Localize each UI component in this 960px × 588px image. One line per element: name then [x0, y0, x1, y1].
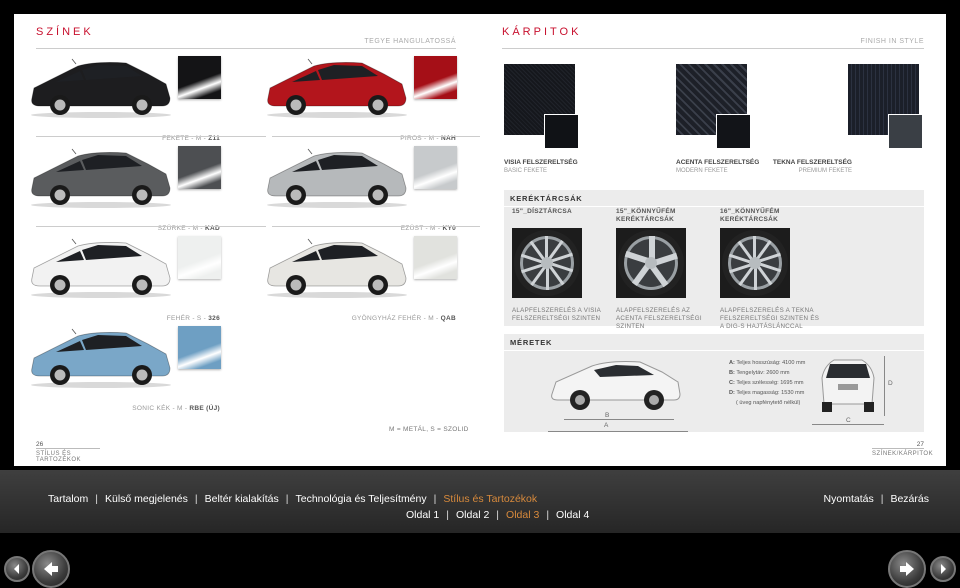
- arrow-left-icon: [14, 564, 19, 574]
- wheel-image: [512, 228, 582, 298]
- prev-page-button[interactable]: [32, 550, 70, 588]
- colors-title: SZÍNEK: [36, 26, 94, 38]
- menu-item[interactable]: Bezárás: [890, 493, 929, 505]
- arrow-left-icon: [44, 562, 58, 576]
- next-page-button[interactable]: [888, 550, 926, 588]
- spec-row: D: Teljes magasság: 1530 mm: [729, 390, 805, 396]
- fabric-swatch-small: [716, 114, 751, 149]
- car-image: [31, 328, 171, 388]
- menu-item[interactable]: Oldal 3: [506, 509, 539, 521]
- page-number-left: 26: [36, 441, 44, 448]
- dimensions-panel: MÉRETEK B A A: Teljes hosszúság: 4100 mm…: [504, 334, 924, 432]
- main-menu: Tartalom | Külső megjelenés | Beltér kialakí…: [48, 493, 538, 505]
- color-option[interactable]: GYÖNGYHÁZ FEHÉR - M - QAB: [250, 232, 480, 322]
- page-colors: SZÍNEK TEGYE HANGULATOSSÁ FEKETE - M - Z…: [14, 14, 482, 466]
- color-label: GYÖNGYHÁZ FEHÉR - M - QAB: [351, 315, 456, 322]
- fabric-swatch-small: [544, 114, 579, 149]
- fabric-name: TEKNA FELSZERELTSÉG: [772, 159, 852, 166]
- first-page-button[interactable]: [4, 556, 30, 582]
- wheel-title: 15"_DÍSZTÁRCSA: [512, 208, 573, 215]
- color-option[interactable]: FEKETE - M - Z11: [14, 52, 244, 142]
- menu-item[interactable]: Oldal 4: [556, 509, 589, 521]
- fabric-sub: PREMIUM FEKETE: [798, 168, 852, 174]
- dimension-rear-car: [821, 359, 875, 412]
- color-swatch: [414, 236, 457, 279]
- menu-item[interactable]: Oldal 2: [456, 509, 489, 521]
- wheel-option[interactable]: 15"_DÍSZTÁRCSA ALAPFELSZERELÉS A VISIA F…: [512, 208, 612, 323]
- color-swatch: [178, 326, 221, 369]
- menu-item[interactable]: Stílus és Tartozékok: [443, 493, 537, 505]
- menu-item[interactable]: Külső megjelenés: [105, 493, 188, 505]
- color-swatch: [414, 56, 457, 99]
- dimensions-title: MÉRETEK: [510, 338, 553, 347]
- car-image: [31, 238, 171, 298]
- color-option[interactable]: PIROS - M - NAH: [250, 52, 480, 142]
- car-image: [267, 238, 407, 298]
- color-option[interactable]: SZÜRKE - M - KAD: [14, 142, 244, 232]
- fabric-swatch-small: [888, 114, 923, 149]
- wheel-title: 15"_KÖNNYŰFÉM KERÉKTÁRCSÁK: [616, 208, 676, 223]
- menu-item[interactable]: Nyomtatás: [824, 493, 874, 505]
- menu-item[interactable]: Tartalom: [48, 493, 88, 505]
- page-section-left: STÍLUS ÉS TARTOZÉKOK: [36, 448, 100, 463]
- fabric-sub: BASIC FEKETE: [504, 168, 548, 174]
- color-option[interactable]: SONIC KÉK - M - RBE (ÚJ): [14, 322, 244, 412]
- menu-item[interactable]: Beltér kialakítás: [205, 493, 279, 505]
- wheel-image: [720, 228, 790, 298]
- car-image: [267, 58, 407, 118]
- color-label: SONIC KÉK - M - RBE (ÚJ): [132, 405, 220, 412]
- upholstery-subtitle: FINISH IN STYLE: [860, 38, 924, 45]
- spec-row: C: Teljes szélesség: 1695 mm: [729, 380, 804, 386]
- car-image: [267, 148, 407, 208]
- spec-row: B: Tengelytáv: 2600 mm: [729, 370, 790, 376]
- wheel-image: [616, 228, 686, 298]
- color-option[interactable]: EZÜST - M - KY0: [250, 142, 480, 232]
- color-option[interactable]: FEHÉR - S - 326: [14, 232, 244, 322]
- color-legend: M = METÁL, S = SZOLID: [389, 426, 469, 433]
- dimension-side-car: [551, 361, 681, 410]
- divider: [502, 48, 924, 49]
- arrow-right-icon: [941, 564, 946, 574]
- utility-menu: Nyomtatás | Bezárás: [823, 493, 929, 505]
- fabric-name: ACENTA FELSZERELTSÉG: [676, 159, 760, 166]
- color-label: FEHÉR - S - 326: [166, 315, 220, 322]
- car-image: [31, 58, 171, 118]
- wheels-panel: KERÉKTÁRCSÁK 15"_DÍSZTÁRCSA ALAPFELSZERE…: [504, 190, 924, 330]
- color-swatch: [178, 146, 221, 189]
- dim-label-c: C: [846, 417, 851, 424]
- page-section-right: SZÍNEK/KÁRPITOK: [872, 448, 933, 457]
- wheel-description: ALAPFELSZERELÉS A TEKNA FELSZERELTSÉGI S…: [720, 307, 820, 330]
- color-swatch: [178, 56, 221, 99]
- page-number-right: 27: [916, 441, 924, 448]
- page-menu: Oldal 1 | Oldal 2 | Oldal 3 | Oldal 4: [406, 509, 590, 521]
- arrow-right-icon: [900, 562, 914, 576]
- dim-label-b: B: [605, 412, 610, 419]
- wheel-option[interactable]: 16"_KÖNNYŰFÉM KERÉKTÁRCSÁK ALAPFELSZEREL…: [720, 208, 820, 331]
- fabric-name: VISIA FELSZERELTSÉG: [504, 159, 578, 166]
- page-upholstery: KÁRPITOK FINISH IN STYLE VISIA FELSZEREL…: [480, 14, 946, 466]
- dim-label-a: A: [604, 422, 609, 429]
- wheel-option[interactable]: 15"_KÖNNYŰFÉM KERÉKTÁRCSÁK ALAPFELSZEREL…: [616, 208, 716, 331]
- wheels-title: KERÉKTÁRCSÁK: [510, 194, 583, 203]
- menu-item[interactable]: Oldal 1: [406, 509, 439, 521]
- car-image: [31, 148, 171, 208]
- menu-item[interactable]: Technológia és Teljesítmény: [295, 493, 426, 505]
- brochure-viewer: SZÍNEK TEGYE HANGULATOSSÁ FEKETE - M - Z…: [0, 0, 960, 588]
- spec-row: ( üveg napfénytető nélkül): [736, 400, 801, 406]
- spec-row: A: Teljes hosszúság: 4100 mm: [729, 360, 806, 366]
- wheel-title: 16"_KÖNNYŰFÉM KERÉKTÁRCSÁK: [720, 208, 780, 223]
- wheel-description: ALAPFELSZERELÉS A VISIA FELSZERELTSÉGI S…: [512, 307, 601, 322]
- navigation-bar: Tartalom | Külső megjelenés | Beltér kialakí…: [0, 470, 960, 533]
- divider: [36, 48, 456, 49]
- dim-label-d: D: [888, 380, 893, 387]
- color-swatch: [414, 146, 457, 189]
- wheel-description: ALAPFELSZERELÉS AZ ACENTA FELSZERELTSÉGI…: [616, 307, 702, 330]
- upholstery-title: KÁRPITOK: [502, 26, 582, 38]
- last-page-button[interactable]: [930, 556, 956, 582]
- color-swatch: [178, 236, 221, 279]
- fabric-sub: MODERN FEKETE: [676, 168, 728, 174]
- colors-subtitle: TEGYE HANGULATOSSÁ: [364, 38, 456, 45]
